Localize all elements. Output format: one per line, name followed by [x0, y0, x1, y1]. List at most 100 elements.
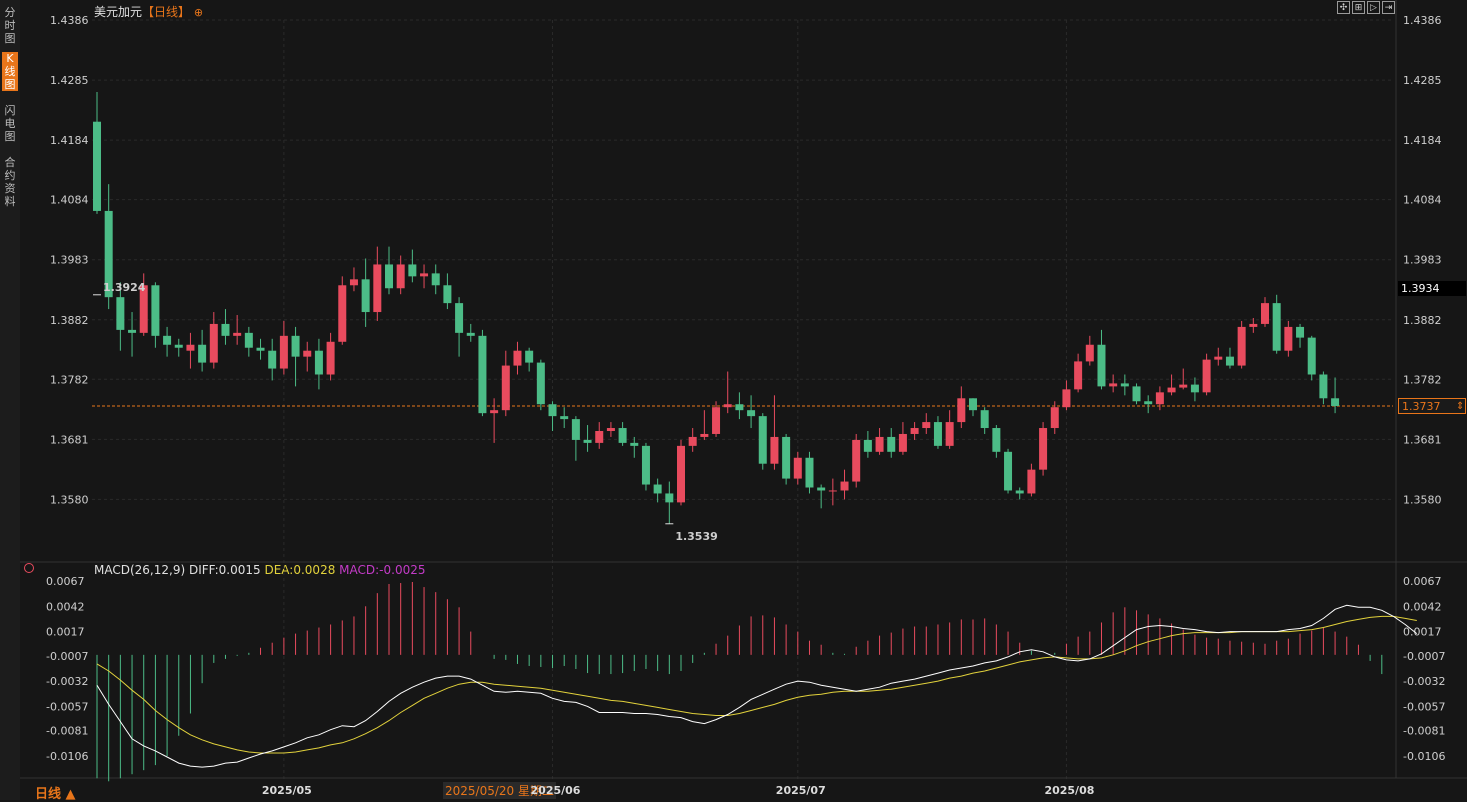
- price-tick-left: 1.3983: [50, 254, 89, 267]
- candle-body: [665, 493, 674, 503]
- candle-body: [875, 436, 884, 452]
- time-tick-label: 2025/07: [776, 784, 826, 797]
- candle-body: [1225, 356, 1234, 366]
- candle-body: [548, 404, 557, 417]
- candle-body: [630, 442, 639, 446]
- candles: [93, 91, 1340, 525]
- macd-tick-right: -0.0081: [1403, 725, 1445, 738]
- candle-body: [700, 433, 709, 437]
- candle-body: [408, 264, 417, 277]
- price-tick-left: 1.4184: [50, 134, 89, 147]
- candle-body: [1109, 383, 1118, 387]
- macd-tick-left: 0.0067: [46, 575, 85, 588]
- candle-body: [840, 481, 849, 491]
- candle-body: [735, 404, 744, 411]
- candle-body: [385, 264, 393, 289]
- candle-body: [431, 273, 440, 286]
- candle-body: [536, 362, 545, 405]
- candle-body: [571, 419, 580, 440]
- candle-body: [933, 422, 942, 446]
- candle-body: [1331, 398, 1340, 407]
- candle-body: [513, 350, 522, 366]
- candle-body: [560, 416, 569, 420]
- candle-body: [887, 436, 896, 452]
- candle-body: [244, 332, 253, 348]
- candle-body: [641, 445, 650, 485]
- candle-body: [1062, 389, 1071, 408]
- candle-body: [747, 410, 756, 417]
- candle-body: [1050, 407, 1059, 429]
- candle-body: [653, 484, 662, 494]
- candle-body: [420, 273, 429, 277]
- price-tick-right: 1.3681: [1403, 433, 1442, 446]
- candle-body: [174, 344, 183, 348]
- candle-body: [198, 344, 207, 363]
- macd-tick-right: 0.0067: [1403, 575, 1442, 588]
- candle-body: [186, 344, 195, 351]
- candle-body: [618, 428, 627, 443]
- time-tick-label: 2025/05: [262, 784, 312, 797]
- price-axis: 1.4386 1.4386 1.4285 1.4285 1.4184 1.4184 1.40…: [46, 14, 1445, 763]
- candle-body: [805, 457, 814, 488]
- candle-body: [303, 350, 312, 357]
- candle-body: [817, 487, 826, 491]
- macd-tick-left: 0.0017: [46, 626, 85, 639]
- candle-body: [1120, 383, 1129, 387]
- candle-body: [1144, 401, 1153, 405]
- candle-body: [1167, 387, 1176, 393]
- candle-body: [443, 285, 452, 304]
- candle-body: [268, 350, 277, 369]
- candle-body: [1261, 303, 1269, 324]
- candle-body: [898, 433, 907, 452]
- macd-tick-left: -0.0106: [46, 750, 88, 763]
- diff-line: [96, 604, 1418, 768]
- candle-body: [782, 436, 791, 479]
- candle-body: [1319, 374, 1328, 399]
- price-tick-right: 1.3580: [1403, 493, 1442, 506]
- price-tick-left: 1.4084: [50, 194, 89, 207]
- candle-body: [1272, 303, 1281, 351]
- candle-body: [969, 398, 977, 411]
- price-tick-right: 1.3882: [1403, 314, 1442, 327]
- candle-body: [1155, 392, 1164, 405]
- candlestick-chart[interactable]: ⇕ 1.4386 1.43861.4285 1.42851.4184 1.41841.…: [0, 0, 1467, 800]
- macd-tick-right: -0.0032: [1403, 675, 1445, 688]
- candle-body: [209, 323, 218, 363]
- candle-body: [1296, 326, 1305, 338]
- low-marker-label: 1.3539: [675, 530, 717, 543]
- macd-tick-right: -0.0007: [1403, 650, 1445, 663]
- candle-body: [1004, 451, 1013, 491]
- macd-tick-right: -0.0057: [1403, 700, 1445, 713]
- candle-body: [595, 430, 604, 443]
- last-price-arrow-icon: ⇕: [1456, 401, 1464, 412]
- candle-body: [677, 445, 685, 503]
- grid-lines: ⇕: [20, 0, 1467, 780]
- macd-tick-left: 0.0042: [46, 600, 85, 613]
- macd-panel: [96, 582, 1418, 782]
- time-tick-label: 2025/06: [531, 784, 581, 797]
- candle-body: [326, 341, 335, 375]
- candle-body: [373, 264, 382, 313]
- price-tick-left: 1.3580: [50, 493, 89, 506]
- candle-body: [1284, 326, 1293, 351]
- price-tick-left: 1.3681: [50, 433, 89, 446]
- candle-body: [1085, 344, 1094, 362]
- candle-body: [1179, 384, 1188, 388]
- candle-body: [1039, 428, 1048, 470]
- candle-body: [151, 285, 160, 336]
- candle-body: [793, 457, 802, 479]
- candle-body: [910, 428, 919, 434]
- candle-body: [1307, 337, 1316, 375]
- candle-body: [361, 279, 370, 313]
- candle-body: [163, 335, 172, 345]
- candle-body: [478, 335, 487, 414]
- candle-body: [1202, 359, 1211, 393]
- price-tick-left: 1.4386: [50, 14, 89, 27]
- candle-body: [291, 335, 300, 357]
- macd-tick-left: -0.0081: [46, 725, 88, 738]
- candle-body: [863, 439, 872, 452]
- candle-body: [922, 422, 931, 429]
- price-tick-left: 1.3882: [50, 314, 89, 327]
- candle-body: [314, 350, 323, 375]
- candle-body: [770, 436, 779, 464]
